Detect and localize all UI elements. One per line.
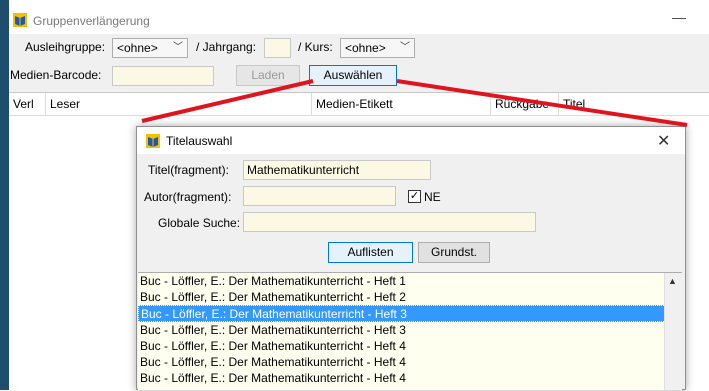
red-annotation-line bbox=[141, 79, 314, 123]
red-annotation-line bbox=[396, 79, 688, 127]
annotation-overlay bbox=[141, 79, 688, 127]
